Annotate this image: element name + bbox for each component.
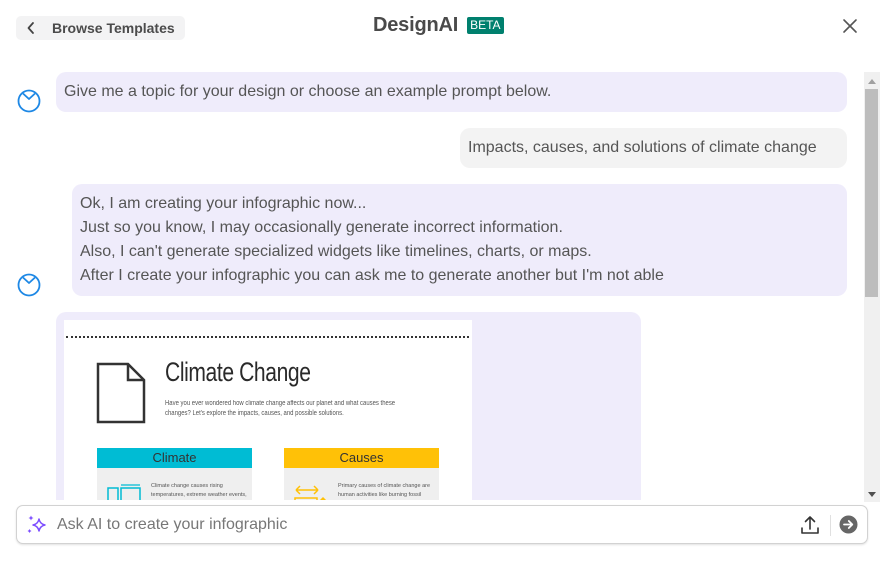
infographic-title: Climate Change <box>165 357 311 387</box>
message-line: Also, I can't generate specialized widge… <box>80 243 592 260</box>
beta-badge: BETA <box>467 17 504 34</box>
card-text: Climate change causes rising temperature… <box>151 483 247 498</box>
dotted-divider <box>66 336 469 338</box>
assistant-avatar-icon <box>16 272 42 298</box>
chat-thread: Give me a topic for your design or choos… <box>0 66 866 500</box>
assistant-avatar-icon <box>16 88 42 114</box>
sparkle-icon <box>26 514 48 536</box>
climate-card: Climate Climate change causes rising tem… <box>97 448 252 500</box>
causes-card: Causes Primary causes of climate change … <box>284 448 439 500</box>
app-title: DesignAI <box>373 14 459 36</box>
chevron-left-icon <box>24 21 38 35</box>
prompt-composer <box>16 505 868 544</box>
designai-chat-panel: Browse Templates DesignAI BETA Give me a… <box>0 0 882 566</box>
send-button[interactable] <box>839 515 858 534</box>
upload-button[interactable] <box>799 514 821 536</box>
message-line: Just so you know, I may occasionally gen… <box>80 219 563 236</box>
message-text: Give me a topic for your design or choos… <box>64 83 552 100</box>
assistant-message: Give me a topic for your design or choos… <box>56 72 847 112</box>
scroll-up-arrow-icon[interactable] <box>865 77 879 85</box>
card-title: Climate <box>97 448 252 468</box>
document-icon <box>96 362 146 424</box>
card-title: Causes <box>284 448 439 468</box>
message-text: Impacts, causes, and solutions of climat… <box>468 139 817 156</box>
prompt-input[interactable] <box>57 512 777 538</box>
send-arrow-icon <box>839 515 858 534</box>
infographic-message: Climate Change Have you ever wondered ho… <box>56 312 641 500</box>
scroll-down-arrow-icon[interactable] <box>865 490 879 498</box>
browse-templates-button[interactable]: Browse Templates <box>16 16 185 40</box>
browse-templates-label: Browse Templates <box>52 20 175 36</box>
scrollbar-thumb[interactable] <box>865 89 878 297</box>
infographic-subtitle: Have you ever wondered how climate chang… <box>165 400 396 417</box>
assistant-message: Ok, I am creating your infographic now..… <box>72 184 847 296</box>
arrows-icon <box>294 484 328 500</box>
close-button[interactable] <box>840 16 860 36</box>
upload-icon <box>801 516 819 534</box>
composer-divider <box>830 515 831 536</box>
card-text: Primary causes of climate change are hum… <box>338 483 431 498</box>
app-title-group: DesignAI BETA <box>373 14 504 37</box>
user-message: Impacts, causes, and solutions of climat… <box>460 128 847 168</box>
message-line: After I create your infographic you can … <box>80 267 664 284</box>
close-icon <box>843 19 857 33</box>
message-line: Ok, I am creating your infographic now..… <box>80 195 367 212</box>
infographic-preview[interactable]: Climate Change Have you ever wondered ho… <box>64 320 472 500</box>
panel-icon <box>107 484 141 500</box>
